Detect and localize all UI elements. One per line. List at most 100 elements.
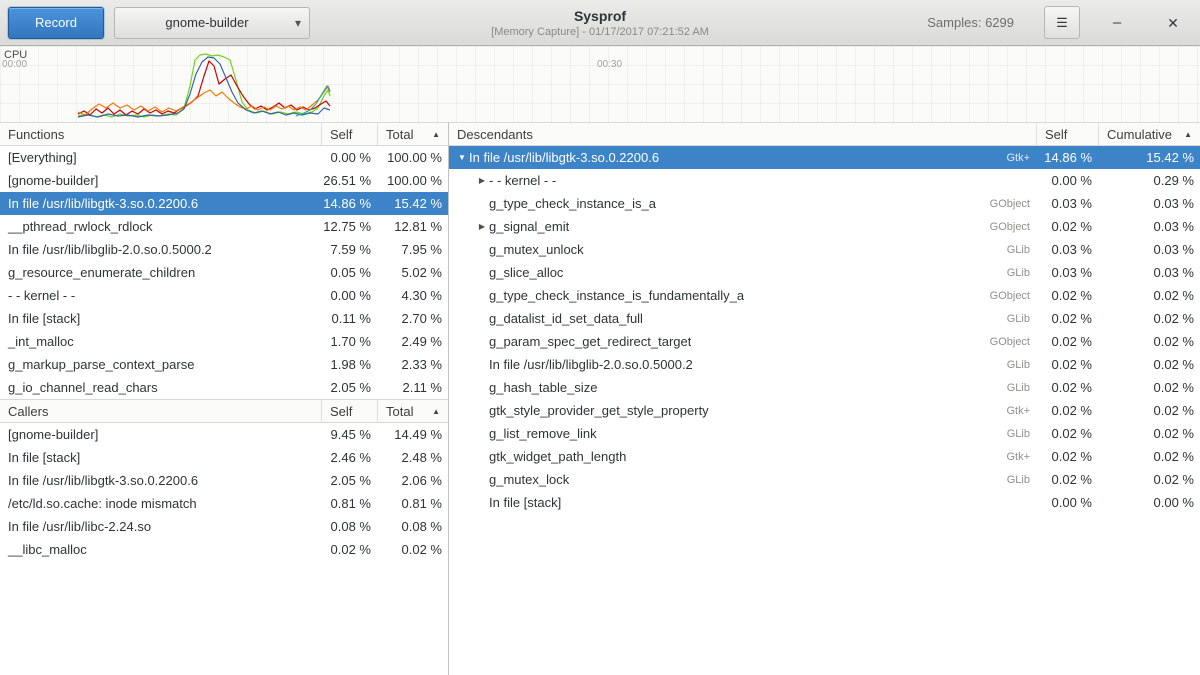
library-tag: Gtk+ [996,152,1036,164]
table-row[interactable]: In file /usr/lib/libglib-2.0.so.0.5000.2… [449,353,1200,376]
descendants-table: ▼In file /usr/lib/libgtk-3.so.0.2200.6Gt… [449,146,1200,514]
table-row[interactable]: ▶g_signal_emitGObject0.02 %0.03 % [449,215,1200,238]
right-pane: Descendants Self Cumulative ▲ ▼In file /… [449,122,1200,675]
functions-table: [Everything]0.00 %100.00 %[gnome-builder… [0,146,448,399]
function-name: In file [stack] [0,311,321,326]
table-row[interactable]: g_list_remove_linkGLib0.02 %0.02 % [449,422,1200,445]
minimize-button[interactable]: – [1102,8,1132,38]
table-row[interactable]: g_type_check_instance_is_fundamentally_a… [449,284,1200,307]
table-row[interactable]: g_hash_table_sizeGLib0.02 %0.02 % [449,376,1200,399]
table-row[interactable]: g_param_spec_get_redirect_targetGObject0… [449,330,1200,353]
table-row[interactable]: g_resource_enumerate_children0.05 %5.02 … [0,261,448,284]
table-row[interactable]: __pthread_rwlock_rdlock12.75 %12.81 % [0,215,448,238]
library-tag: GLib [997,359,1036,371]
functions-table-header: Functions Self Total ▲ [0,122,448,146]
function-name: [gnome-builder] [0,427,321,442]
table-row[interactable]: g_markup_parse_context_parse1.98 %2.33 % [0,353,448,376]
descendant-name-cell: ▼In file /usr/lib/libgtk-3.so.0.2200.6Gt… [449,146,1036,169]
self-percent: 0.02 % [1036,311,1098,326]
self-percent: 0.02 % [1036,334,1098,349]
table-row[interactable]: [gnome-builder]9.45 %14.49 % [0,423,448,446]
column-header-self[interactable]: Self [321,123,377,145]
table-row[interactable]: In file /usr/lib/libgtk-3.so.0.2200.614.… [0,192,448,215]
table-row[interactable]: [Everything]0.00 %100.00 % [0,146,448,169]
table-row[interactable]: In file /usr/lib/libc-2.24.so0.08 %0.08 … [0,515,448,538]
table-row[interactable]: In file /usr/lib/libgtk-3.so.0.2200.62.0… [0,469,448,492]
expander-closed-icon[interactable]: ▶ [475,176,489,185]
function-name: In file /usr/lib/libglib-2.0.so.0.5000.2 [489,357,693,372]
table-row[interactable]: g_type_check_instance_is_aGObject0.03 %0… [449,192,1200,215]
chevron-down-icon: ▾ [295,16,301,30]
callers-table: [gnome-builder]9.45 %14.49 %In file [sta… [0,423,448,561]
function-name: g_markup_parse_context_parse [0,357,321,372]
self-percent: 0.00 % [1036,495,1098,510]
self-percent: 14.86 % [1036,150,1098,165]
table-row[interactable]: In file [stack]0.11 %2.70 % [0,307,448,330]
cumulative-percent: 0.02 % [1098,357,1200,372]
total-percent: 100.00 % [377,150,448,165]
column-header-label: Total [386,404,413,419]
self-percent: 0.00 % [1036,173,1098,188]
column-header-label: Total [386,127,413,142]
column-header-callers[interactable]: Callers [0,400,321,422]
column-header-functions[interactable]: Functions [0,123,321,145]
process-selector[interactable]: gnome-builder ▾ [114,7,310,39]
self-percent: 1.70 % [321,334,377,349]
column-header-cumulative[interactable]: Cumulative ▲ [1098,123,1200,145]
column-header-descendants[interactable]: Descendants [449,123,1036,145]
headerbar: Record gnome-builder ▾ Sysprof [Memory C… [0,0,1200,46]
function-name: In file /usr/lib/libc-2.24.so [0,519,321,534]
self-percent: 0.02 % [1036,403,1098,418]
self-percent: 0.81 % [321,496,377,511]
sysprof-window: Record gnome-builder ▾ Sysprof [Memory C… [0,0,1200,675]
cpu-timeline-graph[interactable]: CPU 00:0000:30 [0,46,1200,122]
self-percent: 0.11 % [321,311,377,326]
table-row[interactable]: [gnome-builder]26.51 %100.00 % [0,169,448,192]
total-percent: 4.30 % [377,288,448,303]
total-percent: 0.81 % [377,496,448,511]
table-row[interactable]: g_mutex_unlockGLib0.03 %0.03 % [449,238,1200,261]
function-name: g_list_remove_link [489,426,597,441]
table-row[interactable]: g_slice_allocGLib0.03 %0.03 % [449,261,1200,284]
table-row[interactable]: __libc_malloc0.02 %0.02 % [0,538,448,561]
column-header-total[interactable]: Total ▲ [377,400,448,422]
total-percent: 5.02 % [377,265,448,280]
self-percent: 0.05 % [321,265,377,280]
column-header-self[interactable]: Self [1036,123,1098,145]
table-row[interactable]: gtk_widget_path_lengthGtk+0.02 %0.02 % [449,445,1200,468]
table-row[interactable]: ▶- - kernel - -0.00 %0.29 % [449,169,1200,192]
self-percent: 2.05 % [321,380,377,395]
record-button[interactable]: Record [8,7,104,39]
self-percent: 0.02 % [1036,426,1098,441]
table-row[interactable]: /etc/ld.so.cache: inode mismatch0.81 %0.… [0,492,448,515]
table-row[interactable]: g_io_channel_read_chars2.05 %2.11 % [0,376,448,399]
table-row[interactable]: g_mutex_lockGLib0.02 %0.02 % [449,468,1200,491]
column-header-total[interactable]: Total ▲ [377,123,448,145]
column-header-self[interactable]: Self [321,400,377,422]
descendants-table-header: Descendants Self Cumulative ▲ [449,122,1200,146]
expander-closed-icon[interactable]: ▶ [475,222,489,231]
descendant-name-cell: ▶g_signal_emitGObject [449,215,1036,238]
table-row[interactable]: g_datalist_id_set_data_fullGLib0.02 %0.0… [449,307,1200,330]
function-name: In file /usr/lib/libgtk-3.so.0.2200.6 [0,196,321,211]
cumulative-percent: 0.02 % [1098,288,1200,303]
close-button[interactable]: ✕ [1158,8,1188,38]
samples-count: Samples: 6299 [927,15,1014,30]
total-percent: 2.06 % [377,473,448,488]
library-tag: GLib [997,244,1036,256]
capture-subtitle: [Memory Capture] - 01/17/2017 07:21:52 A… [491,26,709,38]
self-percent: 9.45 % [321,427,377,442]
table-row[interactable]: In file [stack]0.00 %0.00 % [449,491,1200,514]
menu-button[interactable]: ☰ [1044,6,1080,39]
table-row[interactable]: - - kernel - -0.00 %4.30 % [0,284,448,307]
self-percent: 0.02 % [321,542,377,557]
table-row[interactable]: gtk_style_provider_get_style_propertyGtk… [449,399,1200,422]
table-row[interactable]: In file [stack]2.46 %2.48 % [0,446,448,469]
self-percent: 1.98 % [321,357,377,372]
table-row[interactable]: _int_malloc1.70 %2.49 % [0,330,448,353]
expander-open-icon[interactable]: ▼ [455,153,469,162]
self-percent: 7.59 % [321,242,377,257]
table-row[interactable]: In file /usr/lib/libglib-2.0.so.0.5000.2… [0,238,448,261]
function-name: g_mutex_unlock [489,242,584,257]
table-row[interactable]: ▼In file /usr/lib/libgtk-3.so.0.2200.6Gt… [449,146,1200,169]
